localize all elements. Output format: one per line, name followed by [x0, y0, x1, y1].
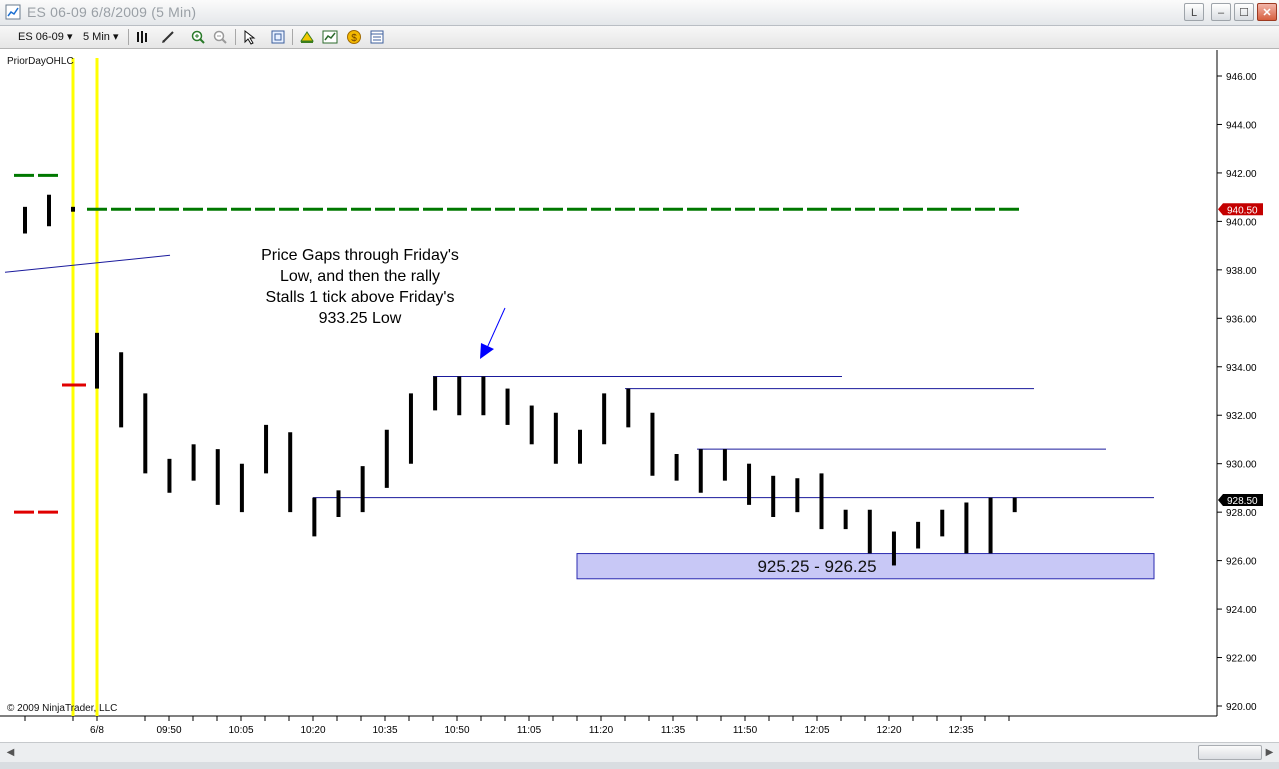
strategy-icon[interactable] — [299, 29, 315, 45]
x-tick-label: 12:20 — [876, 725, 901, 736]
chart-annotation: Price Gaps through Friday's Low, and the… — [210, 245, 510, 329]
indicator-label: PriorDayOHLC — [7, 56, 74, 67]
x-tick-label: 6/8 — [90, 725, 104, 736]
y-tick-label: 934.00 — [1226, 363, 1257, 374]
window-bottom-border — [0, 762, 1279, 769]
y-tick-label: 924.00 — [1226, 605, 1257, 616]
toolbar-divider — [128, 29, 129, 45]
interval-label: 5 Min — [83, 31, 110, 43]
scroll-right-icon[interactable]: ▶ — [1262, 745, 1277, 760]
x-tick-label: 11:05 — [517, 725, 542, 736]
indicators-icon[interactable] — [322, 29, 338, 45]
chevron-down-icon: ▾ — [66, 31, 73, 43]
price-chart[interactable]: 920.00 922.00 924.00 926.00 928.00 930.00 932.… — [0, 50, 1279, 742]
draw-pencil-icon[interactable] — [160, 29, 176, 45]
y-tick-label: 936.00 — [1226, 314, 1257, 325]
zoom-out-icon[interactable] — [212, 29, 228, 45]
coin-icon[interactable]: $ — [346, 29, 362, 45]
svg-text:$: $ — [351, 33, 357, 44]
annotation-line: Stalls 1 tick above Friday's — [265, 289, 455, 306]
zoom-in-icon[interactable] — [190, 29, 206, 45]
chevron-down-icon: ▾ — [112, 31, 119, 43]
chart-panel[interactable]: 920.00 922.00 924.00 926.00 928.00 930.00 932.… — [0, 50, 1279, 742]
x-tick-label: 09:50 — [156, 725, 181, 736]
annotation-line: Price Gaps through Friday's — [261, 247, 459, 264]
data-box-icon[interactable] — [369, 29, 385, 45]
last-price-marker-label: 928.50 — [1227, 496, 1258, 507]
y-tick-label: 940.00 — [1226, 217, 1257, 228]
y-tick-label: 922.00 — [1226, 654, 1257, 665]
x-tick-label: 10:35 — [372, 725, 397, 736]
x-tick-label: 11:35 — [661, 725, 686, 736]
y-tick-label: 930.00 — [1226, 460, 1257, 471]
copyright-label: © 2009 NinjaTrader, LLC — [7, 703, 118, 714]
support-zone-label: 925.25 - 926.25 — [757, 557, 876, 576]
trend-line — [4, 254, 171, 273]
chart-app-icon — [5, 4, 21, 20]
x-tick-label: 10:05 — [228, 725, 253, 736]
instrument-selector[interactable]: ES 06-09 ▾ — [18, 29, 72, 45]
scroll-left-icon[interactable]: ◀ — [3, 745, 18, 760]
y-tick-label: 942.00 — [1226, 169, 1257, 180]
bar-type-icon[interactable] — [134, 29, 150, 45]
x-tick-label: 10:50 — [444, 725, 469, 736]
maximize-button[interactable]: ☐ — [1234, 3, 1254, 21]
annotation-arrow-head — [480, 343, 494, 359]
y-tick-label: 926.00 — [1226, 557, 1257, 568]
high-price-marker-label: 940.50 — [1227, 205, 1258, 216]
x-tick-label: 12:35 — [948, 725, 973, 736]
y-tick-label: 944.00 — [1226, 120, 1257, 131]
x-tick-label: 12:05 — [804, 725, 829, 736]
title-bar: ES 06-09 6/8/2009 (5 Min) L – ☐ ✕ — [0, 0, 1279, 26]
instrument-label: ES 06-09 — [18, 31, 64, 43]
y-tick-label: 920.00 — [1226, 702, 1257, 713]
window-title: ES 06-09 6/8/2009 (5 Min) — [27, 4, 197, 20]
chart-toolbar: ES 06-09 ▾ 5 Min ▾ $ — [0, 26, 1279, 49]
toolbar-divider — [292, 29, 293, 45]
y-tick-label: 928.00 — [1226, 508, 1257, 519]
annotation-line: 933.25 Low — [318, 310, 402, 327]
properties-icon[interactable] — [270, 29, 286, 45]
pointer-icon[interactable] — [242, 29, 258, 45]
scrollbar-thumb[interactable] — [1198, 745, 1262, 760]
y-tick-label: 932.00 — [1226, 411, 1257, 422]
minimize-button[interactable]: – — [1211, 3, 1231, 21]
link-button[interactable]: L — [1184, 3, 1204, 21]
horizontal-scrollbar[interactable]: ◀ ▶ — [0, 742, 1279, 763]
x-tick-label: 11:50 — [733, 725, 758, 736]
x-tick-label: 11:20 — [589, 725, 614, 736]
toolbar-divider — [235, 29, 236, 45]
annotation-line: Low, and then the rally — [279, 268, 441, 285]
interval-selector[interactable]: 5 Min ▾ — [83, 29, 119, 45]
y-tick-label: 946.00 — [1226, 72, 1257, 83]
close-button[interactable]: ✕ — [1257, 3, 1277, 21]
y-tick-label: 938.00 — [1226, 266, 1257, 277]
x-tick-label: 10:20 — [300, 725, 325, 736]
